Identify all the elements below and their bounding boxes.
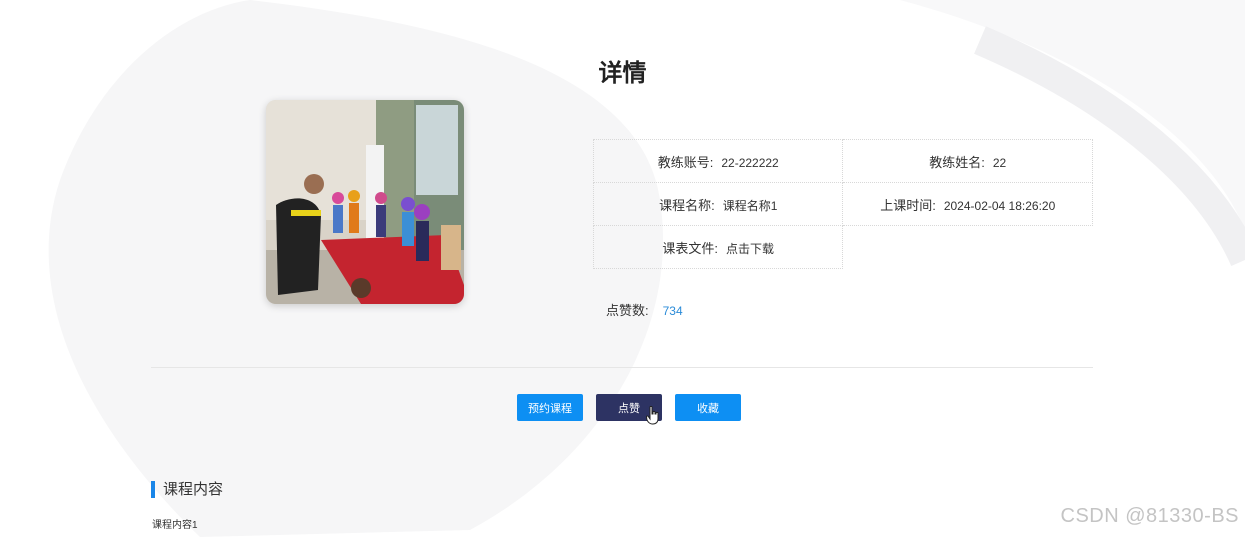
like-count: 点赞数: 734 <box>606 300 683 319</box>
coach-name-cell: 教练姓名: 22 <box>842 139 1093 183</box>
detail-info-table: 教练账号: 22-222222 教练姓名: 22 课程名称: 课程名称1 上课时间: 2… <box>592 139 1093 269</box>
course-photo-image <box>266 100 464 304</box>
empty-cell <box>842 225 1093 269</box>
favorite-button[interactable]: 收藏 <box>675 394 741 421</box>
course-name-cell: 课程名称: 课程名称1 <box>592 182 844 226</box>
divider <box>151 367 1093 368</box>
class-time-label: 上课时间: <box>880 197 936 213</box>
coach-account-label: 教练账号: <box>657 154 714 170</box>
class-time-value: 2024-02-04 18:26:20 <box>943 198 1056 213</box>
course-name-label: 课程名称: <box>659 197 715 213</box>
coach-account-value: 22-222222 <box>721 155 779 170</box>
schedule-file-cell: 课表文件: 点击下载 <box>592 225 844 269</box>
coach-name-label: 教练姓名: <box>929 154 985 170</box>
course-photo <box>266 100 464 304</box>
hand-cursor-icon <box>646 406 659 425</box>
coach-account-cell: 教练账号: 22-222222 <box>592 139 844 183</box>
schedule-file-label: 课表文件: <box>662 240 719 256</box>
watermark: CSDN @81330-BS <box>1060 505 1239 527</box>
like-count-value: 734 <box>662 304 683 318</box>
page-title: 详情 <box>598 59 647 87</box>
like-count-label: 点赞数: <box>606 303 649 318</box>
detail-page: 详情 教练账号: 22-222222 教练姓名: 22 课程名称: 课程名称1 … <box>0 0 1245 537</box>
coach-name-value: 22 <box>992 155 1007 170</box>
class-time-cell: 上课时间: 2024-02-04 18:26:20 <box>842 182 1093 226</box>
course-name-value: 课程名称1 <box>722 198 778 213</box>
book-course-button[interactable]: 预约课程 <box>517 394 583 421</box>
course-content-text: 课程内容1 <box>152 520 198 531</box>
schedule-file-download-link[interactable]: 点击下载 <box>726 242 774 256</box>
course-content-heading: 课程内容 <box>151 481 223 498</box>
